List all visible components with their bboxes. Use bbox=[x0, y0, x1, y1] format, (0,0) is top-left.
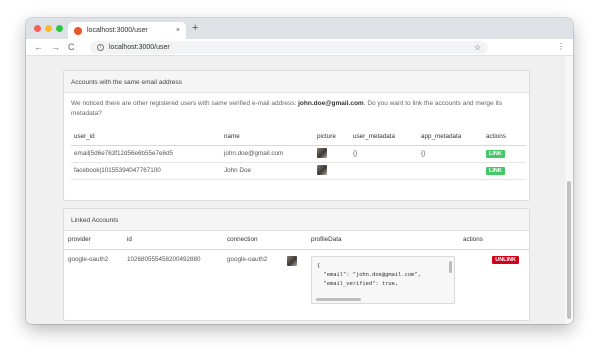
tab-bar: localhost:3000/user × + bbox=[26, 18, 573, 39]
profile-data-box[interactable]: { "email": "john.doe@gmail.com", "email_… bbox=[311, 255, 455, 304]
code-line: "email_verified": true, bbox=[317, 280, 399, 287]
name-cell: John Doe bbox=[221, 162, 314, 180]
forward-icon[interactable]: → bbox=[51, 41, 60, 53]
page-scrollbar[interactable] bbox=[565, 56, 573, 324]
id-cell: 102680555458200492880 bbox=[127, 255, 201, 263]
bookmark-star-icon[interactable]: ☆ bbox=[474, 43, 481, 52]
col-app-metadata: app_metadata bbox=[418, 129, 483, 146]
table-row: facebook|10155394047767100 John Doe LINK bbox=[71, 162, 526, 180]
same-email-heading: Accounts with the same email address bbox=[64, 71, 529, 93]
minimize-window-button[interactable] bbox=[45, 25, 52, 32]
browser-window: localhost:3000/user × + ← → C i localhos… bbox=[26, 18, 573, 324]
user-metadata-cell: {} bbox=[350, 145, 418, 163]
app-metadata-cell bbox=[418, 162, 483, 180]
tab-close-icon[interactable]: × bbox=[176, 27, 180, 34]
table-row: google-oauth2 102680555458200492880 goog… bbox=[64, 249, 529, 319]
browser-menu-icon[interactable]: ⋮ bbox=[557, 41, 565, 53]
maximize-window-button[interactable] bbox=[56, 25, 63, 32]
avatar bbox=[317, 147, 327, 158]
app-metadata-cell: {} bbox=[418, 145, 483, 163]
address-bar[interactable]: i localhost:3000/user ☆ bbox=[90, 41, 488, 54]
col-actions: actions bbox=[459, 231, 529, 250]
col-picture: picture bbox=[314, 129, 350, 146]
user-id-cell: facebook|10155394047767100 bbox=[71, 162, 221, 180]
same-email-table: user_id name picture user_metadata app_m… bbox=[71, 129, 526, 180]
code-vertical-scrollbar[interactable] bbox=[449, 260, 452, 273]
code-line: "email": "john.doe@gmail.com", bbox=[317, 271, 421, 278]
link-button[interactable]: LINK bbox=[486, 149, 505, 158]
table-header-row: provider id connection profileData actio… bbox=[64, 231, 529, 250]
notice-email: john.doe@gmail.com bbox=[298, 100, 364, 107]
col-user-metadata: user_metadata bbox=[350, 129, 418, 146]
same-email-panel: Accounts with the same email address We … bbox=[63, 70, 530, 201]
linked-accounts-panel: Linked Accounts provider id connection p… bbox=[63, 208, 530, 321]
provider-cell: google-oauth2 bbox=[68, 255, 109, 263]
table-row: email|5d6e763f12d56e6b55e7e6d5 john.doe@… bbox=[71, 145, 526, 163]
unlink-button[interactable]: UNLINK bbox=[492, 255, 519, 264]
new-tab-button[interactable]: + bbox=[192, 23, 198, 34]
col-connection: connection bbox=[223, 231, 283, 250]
page-content: Accounts with the same email address We … bbox=[26, 56, 573, 324]
code-line: { bbox=[317, 262, 321, 269]
tab-title: localhost:3000/user bbox=[87, 27, 148, 34]
col-id: id bbox=[123, 231, 223, 250]
browser-toolbar: ← → C i localhost:3000/user ☆ ⋮ bbox=[26, 39, 573, 56]
user-id-cell: email|5d6e763f12d56e6b55e7e6d5 bbox=[71, 145, 221, 163]
back-icon[interactable]: ← bbox=[34, 41, 43, 53]
linked-accounts-table: provider id connection profileData actio… bbox=[64, 231, 529, 319]
col-provider: provider bbox=[64, 231, 123, 250]
user-metadata-cell bbox=[350, 162, 418, 180]
link-button[interactable]: LINK bbox=[486, 166, 505, 175]
col-actions: actions bbox=[483, 129, 526, 146]
same-email-notice: We noticed there are other registered us… bbox=[71, 100, 503, 117]
info-icon[interactable]: i bbox=[97, 44, 104, 51]
avatar bbox=[287, 255, 297, 266]
col-user-id: user_id bbox=[71, 129, 221, 146]
col-name: name bbox=[221, 129, 314, 146]
connection-cell: google-oauth2 bbox=[227, 255, 268, 263]
favicon-icon bbox=[74, 26, 82, 35]
reload-icon[interactable]: C bbox=[68, 41, 75, 53]
name-cell: john.doe@gmail.com bbox=[221, 145, 314, 163]
close-window-button[interactable] bbox=[34, 25, 41, 32]
linked-accounts-heading: Linked Accounts bbox=[64, 209, 529, 231]
col-profile-data: profileData bbox=[307, 231, 459, 250]
code-horizontal-scrollbar[interactable] bbox=[316, 297, 361, 301]
browser-tab[interactable]: localhost:3000/user × bbox=[68, 22, 186, 39]
url-text[interactable]: localhost:3000/user bbox=[109, 44, 474, 51]
scrollbar-thumb[interactable] bbox=[567, 181, 571, 319]
table-header-row: user_id name picture user_metadata app_m… bbox=[71, 129, 526, 146]
avatar bbox=[317, 164, 327, 175]
